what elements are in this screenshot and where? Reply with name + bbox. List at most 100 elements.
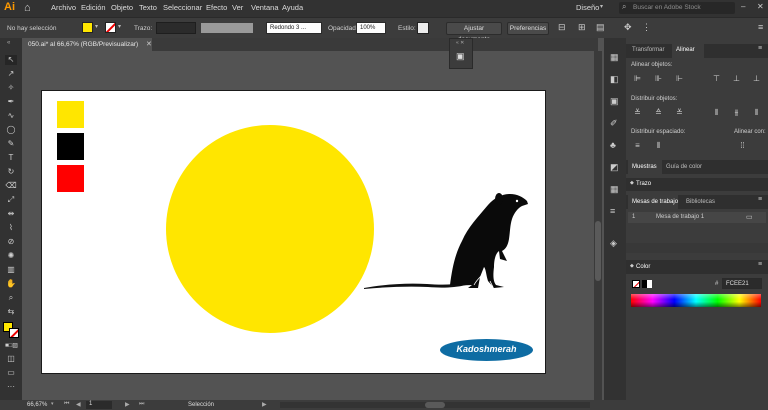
tab-transformar[interactable]: Transformar xyxy=(632,47,664,53)
distribute-vcenter-icon[interactable]: ≙ xyxy=(654,108,663,117)
artboard-number-field[interactable]: 1 xyxy=(86,401,112,409)
distribute-vspace-icon[interactable]: ≡ xyxy=(633,141,642,150)
tab-muestras[interactable]: Muestras xyxy=(632,164,657,170)
layers-icon[interactable]: ◈ xyxy=(610,238,617,249)
artboard-options-icon[interactable]: ▭ xyxy=(746,213,753,221)
tab-trazo[interactable]: Trazo xyxy=(636,181,651,187)
align-icon[interactable]: ⊟ xyxy=(558,22,566,33)
scale-tool-icon[interactable]: ⤢ xyxy=(5,195,17,205)
ellipse-tool-icon[interactable]: ◯ xyxy=(5,125,17,135)
next-artboard-icon[interactable]: ▶ xyxy=(125,401,130,408)
close-window-icon[interactable]: ✕ xyxy=(757,2,764,11)
rat-silhouette[interactable] xyxy=(362,189,532,301)
chevron-down-icon[interactable]: ▾ xyxy=(95,23,98,30)
rotate-tool-icon[interactable]: ↻ xyxy=(5,167,17,177)
scroll-thumb[interactable] xyxy=(595,221,601,281)
distribute-left-icon[interactable]: ⫴ xyxy=(712,108,721,117)
variable-width-profile[interactable] xyxy=(201,23,253,33)
screen-mode-icon[interactable]: ▭ xyxy=(5,368,17,378)
vertical-scrollbar[interactable] xyxy=(594,51,602,400)
tab-alinear[interactable]: Alinear xyxy=(676,47,695,53)
hex-color-field[interactable]: FCEE21 xyxy=(722,278,762,289)
stroke-panel-icon[interactable]: ≡ xyxy=(610,206,615,216)
arrange-icon[interactable]: ▤ xyxy=(596,22,605,33)
color-fill-indicator[interactable] xyxy=(632,280,640,288)
menu-efecto[interactable]: Efecto xyxy=(206,3,227,12)
align-left-icon[interactable]: ⊫ xyxy=(633,74,642,83)
graphic-style-swatch[interactable] xyxy=(417,22,429,34)
direct-selection-tool-icon[interactable]: ↗ xyxy=(5,69,17,79)
document-setup-button[interactable]: Ajustar documento xyxy=(446,22,502,43)
panel-menu-icon[interactable]: ≡ xyxy=(758,22,763,32)
menu-ventana[interactable]: Ventana xyxy=(251,3,279,12)
curvature-tool-icon[interactable]: ∿ xyxy=(5,111,17,121)
distribute-right-icon[interactable]: ⫴ xyxy=(752,108,761,117)
color-white-chip[interactable] xyxy=(647,280,652,288)
drawing-modes-icon[interactable]: ◫ xyxy=(5,354,17,364)
fill-color-swatch[interactable] xyxy=(82,22,93,33)
artboard-list-row[interactable]: 1 Mesa de trabajo 1 ▭ xyxy=(628,212,766,223)
brushes-icon[interactable]: ✐ xyxy=(610,118,618,129)
puppet-warp-icon[interactable]: ✥ xyxy=(624,22,632,33)
zoom-tool-icon[interactable]: ⌕ xyxy=(5,293,17,303)
layers-panel-icon[interactable]: ◧ xyxy=(610,74,619,85)
menu-edicion[interactable]: Edición xyxy=(81,3,106,12)
horizontal-scrollbar[interactable] xyxy=(280,402,590,408)
image-trace-icon[interactable]: ▣ xyxy=(456,51,465,62)
align-bottom-icon[interactable]: ⊥ xyxy=(752,74,761,83)
distribute-hspace-icon[interactable]: ⦀ xyxy=(654,141,663,150)
transform-icon[interactable]: ⊞ xyxy=(578,22,586,33)
last-artboard-icon[interactable]: ⏭ xyxy=(139,401,144,408)
color-modes-icon[interactable]: ■□▨ xyxy=(5,341,18,351)
opacity-field[interactable]: 100% xyxy=(356,22,386,34)
menu-archivo[interactable]: Archivo xyxy=(51,3,76,12)
panel-menu-icon[interactable]: ≡ xyxy=(758,196,762,203)
tab-color[interactable]: Color xyxy=(636,264,650,270)
pen-tool-icon[interactable]: ✒ xyxy=(5,97,17,107)
document-tab[interactable]: 050.ai* al 66,67% (RGB/Previsualizar) ✕ xyxy=(22,38,152,51)
libraries-icon[interactable]: ▣ xyxy=(610,96,619,107)
align-hcenter-icon[interactable]: ⊪ xyxy=(654,74,663,83)
chevron-down-icon[interactable]: ▾ xyxy=(118,23,121,30)
magic-wand-tool-icon[interactable]: ✧ xyxy=(5,83,17,93)
first-artboard-icon[interactable]: ⏮ xyxy=(64,401,69,408)
tab-mesas-de-trabajo[interactable]: Mesas de trabajo xyxy=(632,199,678,205)
workspace-switcher[interactable]: Diseño xyxy=(576,3,599,12)
type-tool-icon[interactable]: T xyxy=(5,153,17,163)
eraser-tool-icon[interactable]: ⌫ xyxy=(5,181,17,191)
preferences-button[interactable]: Preferencias xyxy=(507,22,549,35)
home-icon[interactable]: ⌂ xyxy=(24,2,31,14)
symbols-icon[interactable]: ♣ xyxy=(610,140,616,150)
properties-icon[interactable]: ▦ xyxy=(610,52,619,63)
menu-texto[interactable]: Texto xyxy=(139,3,157,12)
expand-icon[interactable]: ◆ xyxy=(630,263,634,269)
red-swatch[interactable] xyxy=(57,165,84,192)
width-tool-icon[interactable]: ⇹ xyxy=(5,209,17,219)
menu-seleccionar[interactable]: Seleccionar xyxy=(163,3,202,12)
swatches-panel-icon[interactable]: ▦ xyxy=(610,184,619,195)
zoom-level[interactable]: 66,67% xyxy=(27,402,47,408)
yellow-circle[interactable] xyxy=(166,125,374,333)
brush-definition[interactable]: Redondo 3 ... xyxy=(266,22,322,34)
panel-menu-icon[interactable]: ≡ xyxy=(758,45,762,52)
menu-ver[interactable]: Ver xyxy=(232,3,243,12)
hand-tool-icon[interactable]: ✋ xyxy=(5,279,17,289)
selection-tool-icon[interactable]: ↖ xyxy=(5,55,17,65)
stroke-none-swatch[interactable] xyxy=(105,22,116,33)
chevron-down-icon[interactable]: ▾ xyxy=(51,401,54,407)
panel-menu-icon[interactable]: ≡ xyxy=(758,261,762,268)
align-top-icon[interactable]: ⊤ xyxy=(712,74,721,83)
menu-ayuda[interactable]: Ayuda xyxy=(282,3,303,12)
align-right-icon[interactable]: ⊩ xyxy=(675,74,684,83)
more-icon[interactable]: ⋮ xyxy=(642,22,651,33)
search-input[interactable]: Buscar en Adobe Stock xyxy=(633,4,701,11)
yellow-swatch[interactable] xyxy=(57,101,84,128)
blend-tool-icon[interactable]: ⊘ xyxy=(5,237,17,247)
align-to-selection-icon[interactable]: ⁞⁞ xyxy=(738,141,747,150)
more-tools-icon[interactable]: ··· xyxy=(5,382,17,392)
pencil-tool-icon[interactable]: ✎ xyxy=(5,139,17,149)
stroke-weight-field[interactable] xyxy=(156,22,196,34)
distribute-bottom-icon[interactable]: ≚ xyxy=(675,108,684,117)
swap-colors-icon[interactable]: ⇆ xyxy=(5,307,17,317)
prev-artboard-icon[interactable]: ◀ xyxy=(76,401,81,408)
